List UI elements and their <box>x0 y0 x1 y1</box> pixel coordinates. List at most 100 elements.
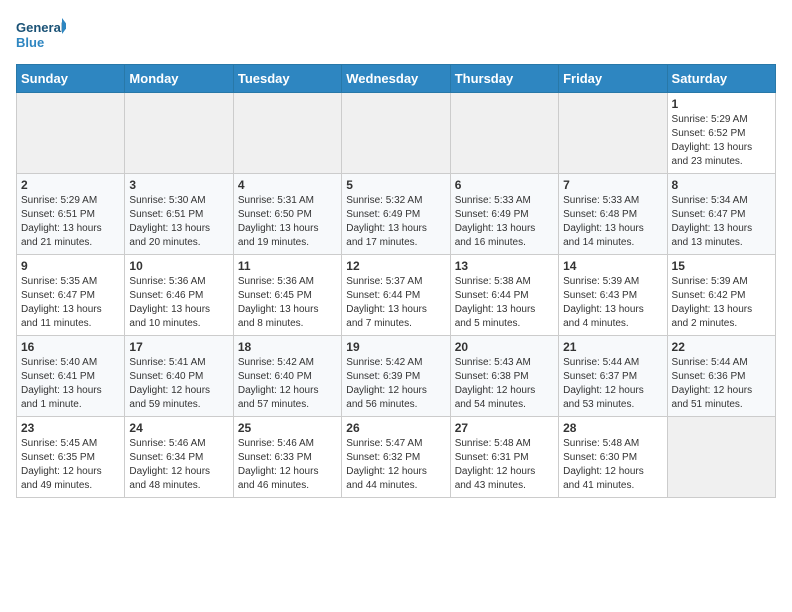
day-info: Sunrise: 5:31 AM Sunset: 6:50 PM Dayligh… <box>238 194 337 250</box>
day-info: Sunrise: 5:29 AM Sunset: 6:52 PM Dayligh… <box>672 113 771 169</box>
calendar-cell: 10Sunrise: 5:36 AM Sunset: 6:46 PM Dayli… <box>125 255 233 336</box>
day-number: 4 <box>238 178 337 192</box>
day-info: Sunrise: 5:32 AM Sunset: 6:49 PM Dayligh… <box>346 194 445 250</box>
day-info: Sunrise: 5:41 AM Sunset: 6:40 PM Dayligh… <box>129 356 228 412</box>
day-info: Sunrise: 5:35 AM Sunset: 6:47 PM Dayligh… <box>21 275 120 331</box>
day-info: Sunrise: 5:44 AM Sunset: 6:36 PM Dayligh… <box>672 356 771 412</box>
calendar-cell <box>559 93 667 174</box>
day-number: 18 <box>238 340 337 354</box>
calendar-header-row: SundayMondayTuesdayWednesdayThursdayFrid… <box>17 65 776 93</box>
day-number: 2 <box>21 178 120 192</box>
day-info: Sunrise: 5:43 AM Sunset: 6:38 PM Dayligh… <box>455 356 554 412</box>
day-info: Sunrise: 5:44 AM Sunset: 6:37 PM Dayligh… <box>563 356 662 412</box>
calendar-cell: 18Sunrise: 5:42 AM Sunset: 6:40 PM Dayli… <box>233 336 341 417</box>
calendar-cell <box>450 93 558 174</box>
day-info: Sunrise: 5:33 AM Sunset: 6:49 PM Dayligh… <box>455 194 554 250</box>
day-number: 11 <box>238 259 337 273</box>
calendar-week-row: 16 Sunrise: 5:40 AM Sunset: 6:41 PM Dayli… <box>17 336 776 417</box>
day-info: Sunrise: 5:39 AM Sunset: 6:43 PM Dayligh… <box>563 275 662 331</box>
calendar-cell: 17 Sunrise: 5:41 AM Sunset: 6:40 PM Dayli… <box>125 336 233 417</box>
column-header-monday: Monday <box>125 65 233 93</box>
calendar-cell: 16 Sunrise: 5:40 AM Sunset: 6:41 PM Dayli… <box>17 336 125 417</box>
logo: General Blue <box>16 16 66 54</box>
day-number: 24 <box>129 421 228 435</box>
page-header: General Blue <box>16 16 776 54</box>
calendar-cell: 12 Sunrise: 5:37 AM Sunset: 6:44 PM Dayli… <box>342 255 450 336</box>
calendar-cell <box>667 417 775 498</box>
day-info: Sunrise: 5:47 AM Sunset: 6:32 PM Dayligh… <box>346 437 445 493</box>
calendar-table: SundayMondayTuesdayWednesdayThursdayFrid… <box>16 64 776 498</box>
calendar-cell: 1 Sunrise: 5:29 AM Sunset: 6:52 PM Daylig… <box>667 93 775 174</box>
day-info: Sunrise: 5:40 AM Sunset: 6:41 PM Dayligh… <box>21 356 120 412</box>
calendar-week-row: 23 Sunrise: 5:45 AM Sunset: 6:35 PM Dayli… <box>17 417 776 498</box>
calendar-cell: 14 Sunrise: 5:39 AM Sunset: 6:43 PM Dayli… <box>559 255 667 336</box>
day-number: 15 <box>672 259 771 273</box>
day-number: 6 <box>455 178 554 192</box>
calendar-cell: 6 Sunrise: 5:33 AM Sunset: 6:49 PM Daylig… <box>450 174 558 255</box>
calendar-cell: 28 Sunrise: 5:48 AM Sunset: 6:30 PM Dayli… <box>559 417 667 498</box>
day-info: Sunrise: 5:37 AM Sunset: 6:44 PM Dayligh… <box>346 275 445 331</box>
day-info: Sunrise: 5:46 AM Sunset: 6:33 PM Dayligh… <box>238 437 337 493</box>
calendar-cell: 26 Sunrise: 5:47 AM Sunset: 6:32 PM Dayli… <box>342 417 450 498</box>
calendar-cell: 22 Sunrise: 5:44 AM Sunset: 6:36 PM Dayli… <box>667 336 775 417</box>
day-number: 26 <box>346 421 445 435</box>
day-number: 21 <box>563 340 662 354</box>
calendar-cell: 11 Sunrise: 5:36 AM Sunset: 6:45 PM Dayli… <box>233 255 341 336</box>
day-number: 22 <box>672 340 771 354</box>
day-number: 1 <box>672 97 771 111</box>
day-info: Sunrise: 5:38 AM Sunset: 6:44 PM Dayligh… <box>455 275 554 331</box>
calendar-cell: 24 Sunrise: 5:46 AM Sunset: 6:34 PM Dayli… <box>125 417 233 498</box>
column-header-saturday: Saturday <box>667 65 775 93</box>
calendar-cell <box>17 93 125 174</box>
day-info: Sunrise: 5:33 AM Sunset: 6:48 PM Dayligh… <box>563 194 662 250</box>
day-info: Sunrise: 5:45 AM Sunset: 6:35 PM Dayligh… <box>21 437 120 493</box>
calendar-cell: 27 Sunrise: 5:48 AM Sunset: 6:31 PM Dayli… <box>450 417 558 498</box>
calendar-cell <box>342 93 450 174</box>
day-number: 17 <box>129 340 228 354</box>
day-number: 23 <box>21 421 120 435</box>
calendar-cell <box>125 93 233 174</box>
day-info: Sunrise: 5:39 AM Sunset: 6:42 PM Dayligh… <box>672 275 771 331</box>
day-number: 16 <box>21 340 120 354</box>
calendar-cell: 20 Sunrise: 5:43 AM Sunset: 6:38 PM Dayli… <box>450 336 558 417</box>
day-number: 3 <box>129 178 228 192</box>
column-header-wednesday: Wednesday <box>342 65 450 93</box>
day-number: 19 <box>346 340 445 354</box>
svg-text:General: General <box>16 20 64 35</box>
day-number: 27 <box>455 421 554 435</box>
day-number: 20 <box>455 340 554 354</box>
day-number: 14 <box>563 259 662 273</box>
day-number: 12 <box>346 259 445 273</box>
calendar-cell: 21 Sunrise: 5:44 AM Sunset: 6:37 PM Dayli… <box>559 336 667 417</box>
calendar-cell: 25 Sunrise: 5:46 AM Sunset: 6:33 PM Dayli… <box>233 417 341 498</box>
logo-svg: General Blue <box>16 16 66 54</box>
day-number: 25 <box>238 421 337 435</box>
day-info: Sunrise: 5:36 AM Sunset: 6:46 PM Dayligh… <box>129 275 228 331</box>
column-header-friday: Friday <box>559 65 667 93</box>
day-info: Sunrise: 5:34 AM Sunset: 6:47 PM Dayligh… <box>672 194 771 250</box>
calendar-cell: 15 Sunrise: 5:39 AM Sunset: 6:42 PM Dayli… <box>667 255 775 336</box>
calendar-cell: 3 Sunrise: 5:30 AM Sunset: 6:51 PM Daylig… <box>125 174 233 255</box>
day-info: Sunrise: 5:30 AM Sunset: 6:51 PM Dayligh… <box>129 194 228 250</box>
day-info: Sunrise: 5:42 AM Sunset: 6:39 PM Dayligh… <box>346 356 445 412</box>
day-number: 28 <box>563 421 662 435</box>
svg-text:Blue: Blue <box>16 35 44 50</box>
column-header-sunday: Sunday <box>17 65 125 93</box>
day-info: Sunrise: 5:36 AM Sunset: 6:45 PM Dayligh… <box>238 275 337 331</box>
day-info: Sunrise: 5:46 AM Sunset: 6:34 PM Dayligh… <box>129 437 228 493</box>
day-info: Sunrise: 5:48 AM Sunset: 6:30 PM Dayligh… <box>563 437 662 493</box>
column-header-thursday: Thursday <box>450 65 558 93</box>
calendar-cell: 5Sunrise: 5:32 AM Sunset: 6:49 PM Daylig… <box>342 174 450 255</box>
calendar-cell: 23 Sunrise: 5:45 AM Sunset: 6:35 PM Dayli… <box>17 417 125 498</box>
calendar-cell: 4 Sunrise: 5:31 AM Sunset: 6:50 PM Daylig… <box>233 174 341 255</box>
calendar-cell: 2Sunrise: 5:29 AM Sunset: 6:51 PM Daylig… <box>17 174 125 255</box>
day-number: 8 <box>672 178 771 192</box>
day-number: 13 <box>455 259 554 273</box>
day-info: Sunrise: 5:48 AM Sunset: 6:31 PM Dayligh… <box>455 437 554 493</box>
calendar-cell: 7Sunrise: 5:33 AM Sunset: 6:48 PM Daylig… <box>559 174 667 255</box>
calendar-cell: 19 Sunrise: 5:42 AM Sunset: 6:39 PM Dayli… <box>342 336 450 417</box>
calendar-week-row: 9Sunrise: 5:35 AM Sunset: 6:47 PM Daylig… <box>17 255 776 336</box>
calendar-cell <box>233 93 341 174</box>
column-header-tuesday: Tuesday <box>233 65 341 93</box>
calendar-cell: 8 Sunrise: 5:34 AM Sunset: 6:47 PM Daylig… <box>667 174 775 255</box>
